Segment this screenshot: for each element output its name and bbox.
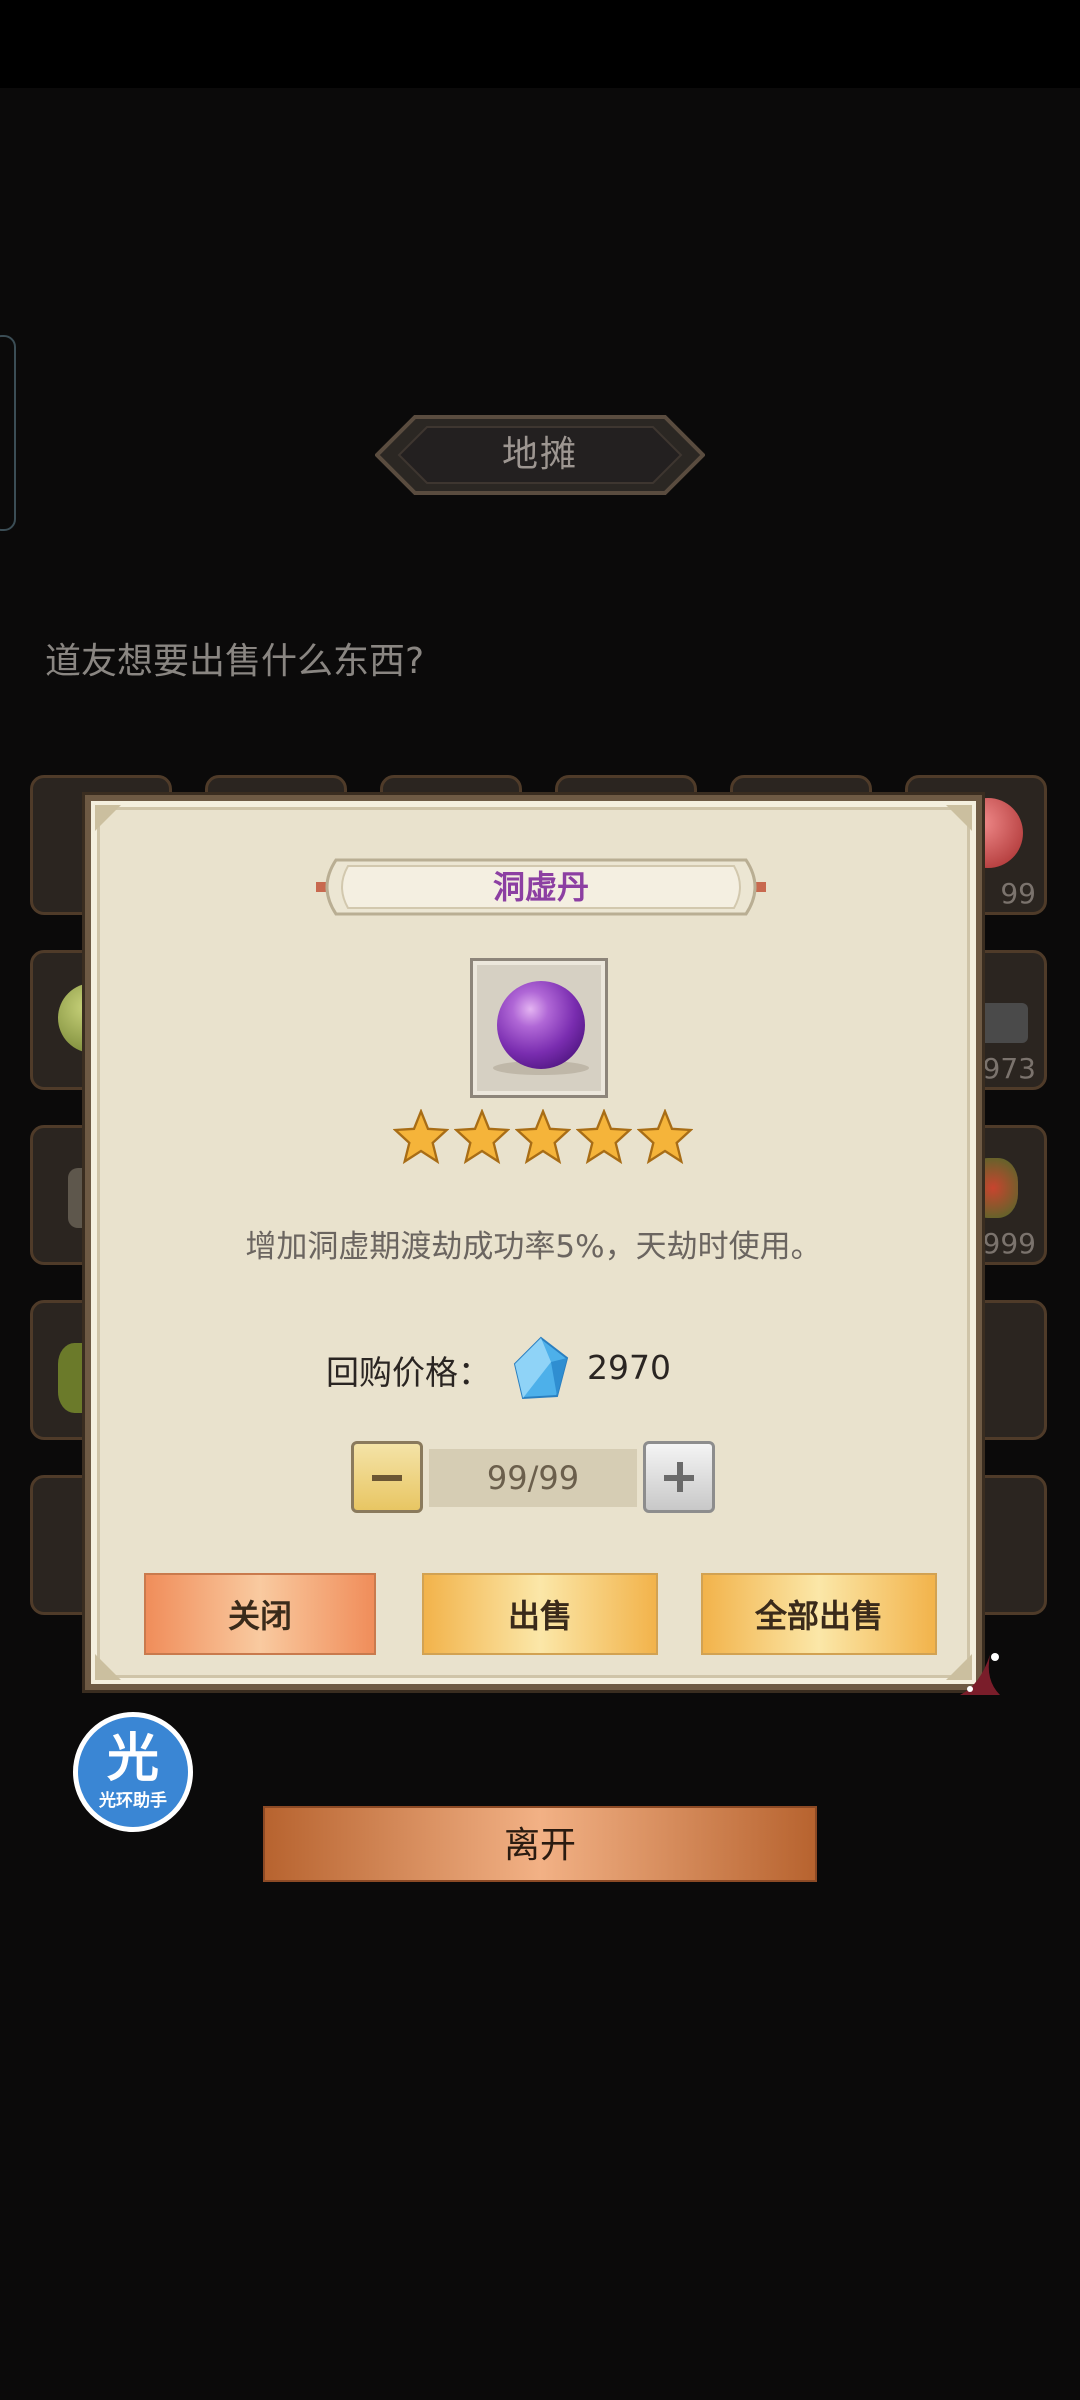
item-count: 999: [982, 1227, 1036, 1260]
status-bar: [0, 0, 1080, 88]
sell-button[interactable]: 出售: [422, 1573, 658, 1655]
logo-glyph: 光: [106, 1729, 159, 1789]
floating-assistant-logo[interactable]: 光 光环助手: [73, 1712, 193, 1832]
item-count: 99: [1000, 877, 1036, 910]
star-icon: [637, 1109, 693, 1165]
sparkle-decoration-icon: [960, 1653, 1000, 1695]
quantity-field[interactable]: 99/99: [429, 1449, 637, 1507]
star-icon: [454, 1109, 510, 1165]
corner-ornament-icon: [95, 805, 121, 831]
corner-ornament-icon: [946, 805, 972, 831]
blue-crystal-icon: [513, 1336, 569, 1400]
decrease-quantity-button[interactable]: [351, 1441, 423, 1513]
price-label: 回购价格：: [326, 1353, 491, 1392]
star-rating: [393, 1109, 693, 1169]
item-count: 973: [982, 1052, 1036, 1085]
close-button[interactable]: 关闭: [144, 1573, 376, 1655]
side-drawer-handle[interactable]: [0, 335, 16, 531]
buyback-price-row: 回购价格： 2970: [91, 1336, 976, 1406]
price-value: 2970: [587, 1348, 671, 1387]
page-title: 地摊: [501, 434, 578, 475]
item-description: 增加洞虚期渡劫成功率5%，天劫时使用。: [245, 1229, 822, 1265]
star-icon: [576, 1109, 632, 1165]
logo-caption: 光环助手: [99, 1791, 167, 1811]
increase-quantity-button[interactable]: [643, 1441, 715, 1513]
stall-banner: 地摊: [375, 415, 705, 495]
leave-button[interactable]: 离开: [263, 1806, 817, 1882]
item-name: 洞虚丹: [492, 868, 589, 906]
item-title-scroll: 洞虚丹: [316, 858, 766, 916]
item-icon-frame: [470, 958, 608, 1098]
item-sell-dialog: 洞虚丹 增加洞虚期渡劫成功率5%，天劫时使用。 回购价格： 2970 99/99…: [85, 795, 982, 1690]
sell-prompt: 道友想要出售什么东西?: [45, 641, 425, 682]
star-icon: [393, 1109, 449, 1165]
sell-all-button[interactable]: 全部出售: [701, 1573, 937, 1655]
star-icon: [515, 1109, 571, 1165]
corner-ornament-icon: [95, 1654, 121, 1680]
purple-pill-orb-icon: [497, 981, 585, 1069]
